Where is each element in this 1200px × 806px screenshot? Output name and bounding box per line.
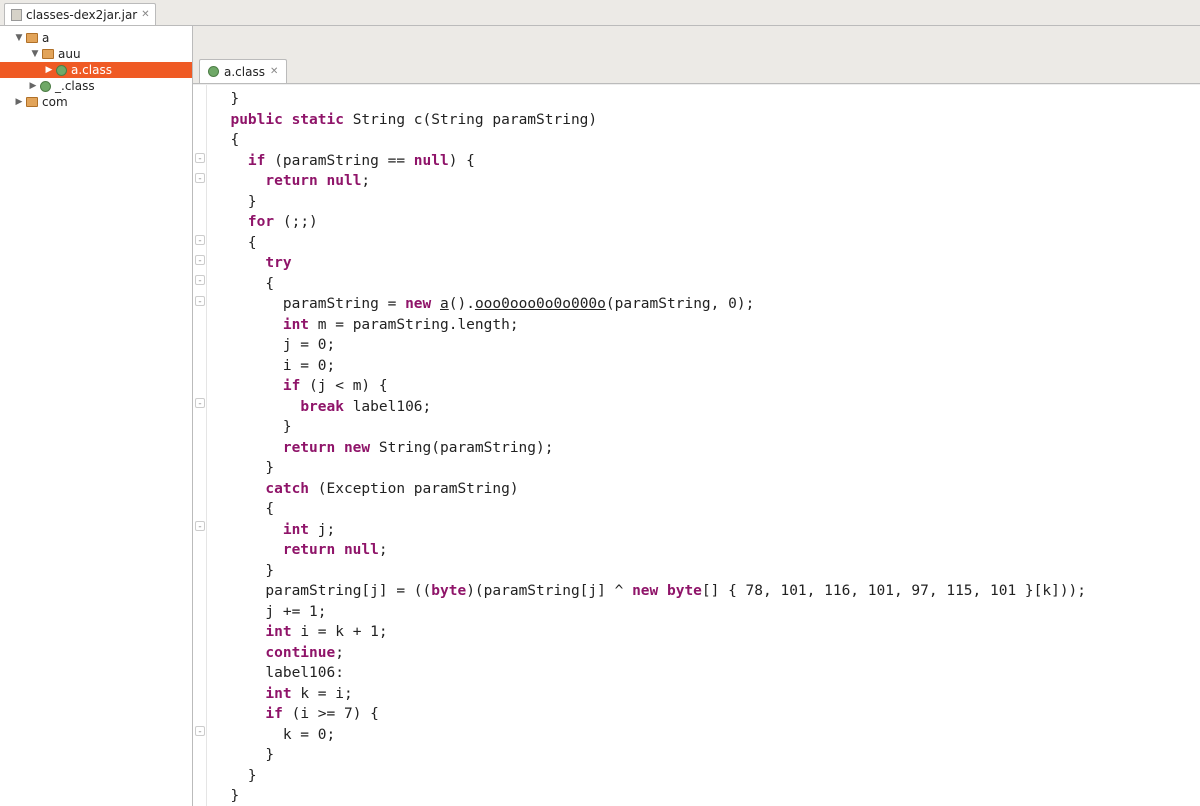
fold-toggle-icon[interactable]: - (195, 296, 205, 306)
class-icon (208, 66, 219, 77)
expand-icon[interactable] (28, 81, 38, 91)
code-line: try (213, 253, 1200, 274)
code-line: j = 0; (213, 335, 1200, 356)
class-icon (40, 81, 51, 92)
code-line: } (213, 561, 1200, 582)
code-line: if (paramString == null) { (213, 151, 1200, 172)
code-line: break label106; (213, 397, 1200, 418)
code-line: { (213, 499, 1200, 520)
code-line: for (;;) (213, 212, 1200, 233)
expand-icon[interactable] (30, 49, 40, 59)
code-line: return null; (213, 540, 1200, 561)
tree-item-label: a.class (69, 63, 112, 77)
outer-tab[interactable]: classes-dex2jar.jar ✕ (4, 3, 156, 25)
editor-tab-label: a.class (224, 65, 265, 79)
fold-gutter[interactable]: - - - - - - - - - (193, 85, 207, 806)
expand-icon[interactable] (14, 33, 24, 43)
code-line: return new String(paramString); (213, 438, 1200, 459)
fold-toggle-icon[interactable]: - (195, 173, 205, 183)
tree-item[interactable]: auu (0, 46, 192, 62)
code-line: } (213, 192, 1200, 213)
fold-toggle-icon[interactable]: - (195, 255, 205, 265)
class-icon (56, 65, 67, 76)
fold-toggle-icon[interactable]: - (195, 521, 205, 531)
tree-item-label: auu (56, 47, 81, 61)
top-tab-bar: classes-dex2jar.jar ✕ (0, 0, 1200, 26)
code-line: } (213, 766, 1200, 787)
code-line: } (213, 417, 1200, 438)
editor-area: a.class ✕ - - - - - - - - - } public static Stri… (193, 26, 1200, 806)
tree-item[interactable]: com (0, 94, 192, 110)
outer-tab-label: classes-dex2jar.jar (26, 8, 137, 22)
tree-item-label: _.class (53, 79, 95, 93)
code-line: catch (Exception paramString) (213, 479, 1200, 500)
package-icon (26, 33, 38, 43)
close-icon[interactable]: ✕ (141, 10, 151, 20)
fold-toggle-icon[interactable]: - (195, 153, 205, 163)
tree-item[interactable]: a (0, 30, 192, 46)
fold-toggle-icon[interactable]: - (195, 275, 205, 285)
code-line: int j; (213, 520, 1200, 541)
fold-toggle-icon[interactable]: - (195, 398, 205, 408)
code-line: } (213, 89, 1200, 110)
package-icon (42, 49, 54, 59)
code-line: if (j < m) { (213, 376, 1200, 397)
code-line: { (213, 274, 1200, 295)
fold-toggle-icon[interactable]: - (195, 235, 205, 245)
code-line: return null; (213, 171, 1200, 192)
code-line: { (213, 130, 1200, 151)
tree-item[interactable]: a.class (0, 62, 192, 78)
code-viewer[interactable]: } public static String c(String paramStr… (207, 85, 1200, 806)
code-line: { (213, 233, 1200, 254)
code-line: j += 1; (213, 602, 1200, 623)
tree-item-label: a (40, 31, 49, 45)
editor-pane: - - - - - - - - - } public static String c(Strin… (193, 84, 1200, 806)
close-icon[interactable]: ✕ (270, 67, 280, 77)
code-line: public static String c(String paramStrin… (213, 110, 1200, 131)
code-line: } (213, 786, 1200, 806)
code-line: } (213, 745, 1200, 766)
code-line: paramString[j] = ((byte)(paramString[j] … (213, 581, 1200, 602)
code-line: label106: (213, 663, 1200, 684)
code-line: k = 0; (213, 725, 1200, 746)
code-line: int m = paramString.length; (213, 315, 1200, 336)
code-line: int i = k + 1; (213, 622, 1200, 643)
code-line: } (213, 458, 1200, 479)
package-explorer[interactable]: aauu a.class _.classcom (0, 26, 193, 806)
code-line: int k = i; (213, 684, 1200, 705)
expand-icon[interactable] (44, 65, 54, 75)
tree-item[interactable]: _.class (0, 78, 192, 94)
package-icon (26, 97, 38, 107)
code-line: paramString = new a().ooo0ooo0o0o000o(pa… (213, 294, 1200, 315)
fold-toggle-icon[interactable]: - (195, 726, 205, 736)
main-split: aauua.class_.classcom a.class ✕ --------… (0, 26, 1200, 806)
code-line: i = 0; (213, 356, 1200, 377)
expand-icon[interactable] (14, 97, 24, 107)
code-line: if (i >= 7) { (213, 704, 1200, 725)
app-root: classes-dex2jar.jar ✕ aauu a.class _.class… (0, 0, 1200, 806)
tree-item-label: com (40, 95, 68, 109)
code-line: continue; (213, 643, 1200, 664)
editor-tab[interactable]: a.class ✕ (199, 59, 287, 83)
editor-tab-strip: a.class ✕ (193, 54, 1200, 84)
jar-icon (11, 9, 22, 21)
